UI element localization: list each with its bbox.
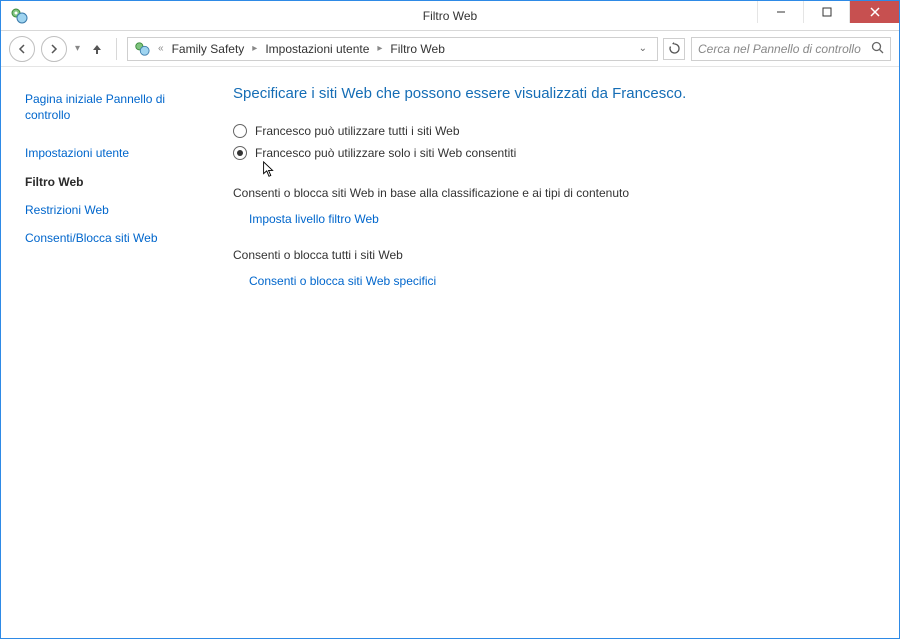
forward-button[interactable] [41,36,67,62]
up-button[interactable] [88,40,106,58]
section-heading-classification: Consenti o blocca siti Web in base alla … [233,186,875,200]
search-icon[interactable] [871,41,884,57]
search-input[interactable] [698,42,865,56]
refresh-button[interactable] [663,38,685,60]
radio-icon[interactable] [233,146,247,160]
chevron-right-icon: ▸ [375,43,384,54]
radio-icon[interactable] [233,124,247,138]
minimize-button[interactable] [757,1,803,23]
breadcrumb-icon [134,41,150,57]
nav-bar: ▾ « Family Safety ▸ Impostazioni utente … [1,31,899,67]
breadcrumb-item-0[interactable]: Family Safety [172,42,245,56]
sidebar-item-web-filter[interactable]: Filtro Web [25,168,209,196]
sidebar: Pagina iniziale Pannello di controllo Im… [25,85,225,614]
window-controls [757,1,899,30]
section-heading-all-sites: Consenti o blocca tutti i siti Web [233,248,875,262]
radio-option-allowed-only[interactable]: Francesco può utilizzare solo i siti Web… [233,142,875,164]
link-allow-block-specific[interactable]: Consenti o blocca siti Web specifici [249,274,875,288]
back-button[interactable] [9,36,35,62]
sidebar-item-allow-block[interactable]: Consenti/Blocca siti Web [25,224,209,252]
breadcrumb[interactable]: « Family Safety ▸ Impostazioni utente ▸ … [127,37,658,61]
page-heading: Specificare i siti Web che possono esser… [233,85,875,102]
radio-label: Francesco può utilizzare solo i siti Web… [255,146,516,160]
link-set-filter-level[interactable]: Imposta livello filtro Web [249,212,875,226]
sidebar-item-web-restrictions[interactable]: Restrizioni Web [25,196,209,224]
content-body: Pagina iniziale Pannello di controllo Im… [1,67,899,638]
sidebar-item-home[interactable]: Pagina iniziale Pannello di controllo [25,85,209,129]
breadcrumb-item-1[interactable]: Impostazioni utente [265,42,369,56]
breadcrumb-item-2[interactable]: Filtro Web [390,42,444,56]
search-box[interactable] [691,37,891,61]
sidebar-item-user-settings[interactable]: Impostazioni utente [25,139,209,167]
radio-option-all-sites[interactable]: Francesco può utilizzare tutti i siti We… [233,120,875,142]
chevron-right-icon: ▸ [250,43,259,54]
title-bar: Filtro Web [1,1,899,31]
divider [116,38,117,60]
close-button[interactable] [849,1,899,23]
radio-label: Francesco può utilizzare tutti i siti We… [255,124,460,138]
app-icon [9,6,29,26]
recent-dropdown-icon[interactable]: ▾ [73,43,82,54]
maximize-button[interactable] [803,1,849,23]
breadcrumb-prefix: « [156,43,166,54]
main-content: Specificare i siti Web che possono esser… [225,85,875,614]
breadcrumb-dropdown-icon[interactable]: ⌄ [635,43,651,54]
